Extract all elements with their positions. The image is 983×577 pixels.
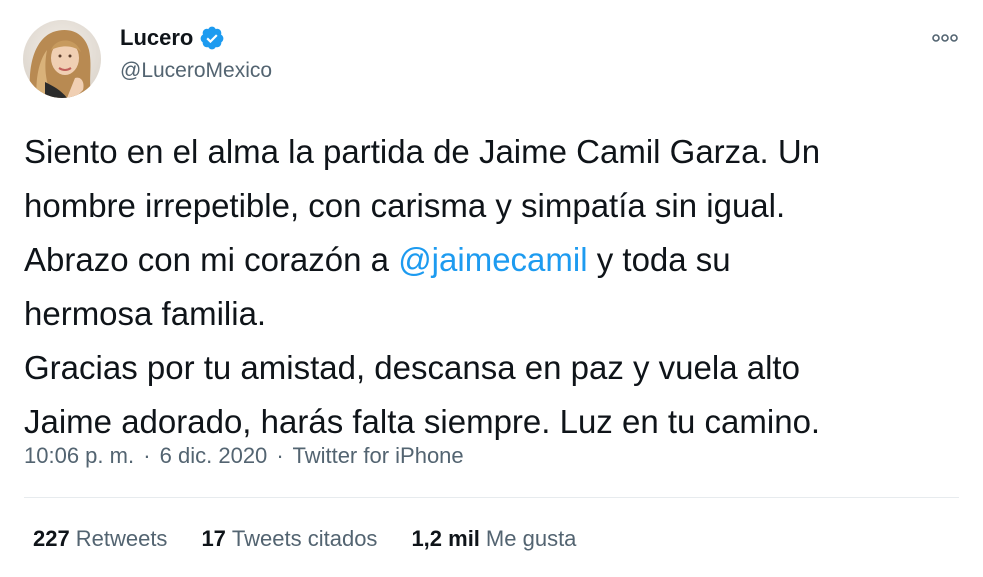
verified-badge-icon [199, 25, 225, 51]
quote-tweets-stat[interactable]: 17 Tweets citados [201, 526, 377, 552]
author-display-name[interactable]: Lucero [120, 25, 193, 51]
separator: · [276, 443, 284, 468]
retweets-count: 227 [33, 526, 70, 551]
tweet-line-segment: y toda su [587, 241, 731, 278]
retweets-label: Retweets [75, 526, 168, 551]
avatar[interactable] [23, 20, 101, 98]
retweets-stat[interactable]: 227 Retweets [33, 526, 167, 552]
tweet-text: Siento en el alma la partida de Jaime Ca… [24, 125, 954, 449]
tweet-line: hermosa familia. [24, 295, 267, 332]
author-name-row: Lucero [120, 25, 225, 51]
likes-label: Me gusta [485, 526, 577, 551]
author-handle[interactable]: @LuceroMexico [120, 59, 272, 83]
quote-tweets-label: Tweets citados [231, 526, 378, 551]
tweet-line-segment: Abrazo con mi corazón a [24, 241, 399, 278]
likes-stat[interactable]: 1,2 mil Me gusta [411, 526, 576, 552]
separator: · [143, 443, 151, 468]
tweet-line-with-mention: Abrazo con mi corazón a @jaimecamil y to… [24, 233, 954, 287]
tweet-line: Siento en el alma la partida de Jaime Ca… [24, 133, 821, 170]
avatar-image [23, 20, 101, 98]
tweet-line: Gracias por tu amistad, descansa en paz … [24, 349, 800, 386]
tweet-source-link[interactable]: Twitter for iPhone [292, 443, 463, 468]
likes-count: 1,2 mil [411, 526, 480, 551]
tweet-line: hombre irrepetible, con carisma y simpat… [24, 187, 786, 224]
tweet-stats: 227 Retweets 17 Tweets citados 1,2 mil Me g… [33, 526, 576, 552]
divider [24, 497, 959, 498]
tweet-time[interactable]: 10:06 p. m. [24, 443, 134, 468]
quote-tweets-count: 17 [201, 526, 226, 551]
tweet-date[interactable]: 6 dic. 2020 [160, 443, 268, 468]
tweet-line: Jaime adorado, harás falta siempre. Luz … [24, 403, 821, 440]
more-options-icon[interactable] [930, 30, 960, 46]
mention-link[interactable]: @jaimecamil [398, 241, 587, 278]
tweet-metadata: 10:06 p. m. · 6 dic. 2020 · Twitter for … [24, 443, 464, 469]
tweet-card: Lucero @LuceroMexico Siento en el alma l… [0, 0, 983, 577]
